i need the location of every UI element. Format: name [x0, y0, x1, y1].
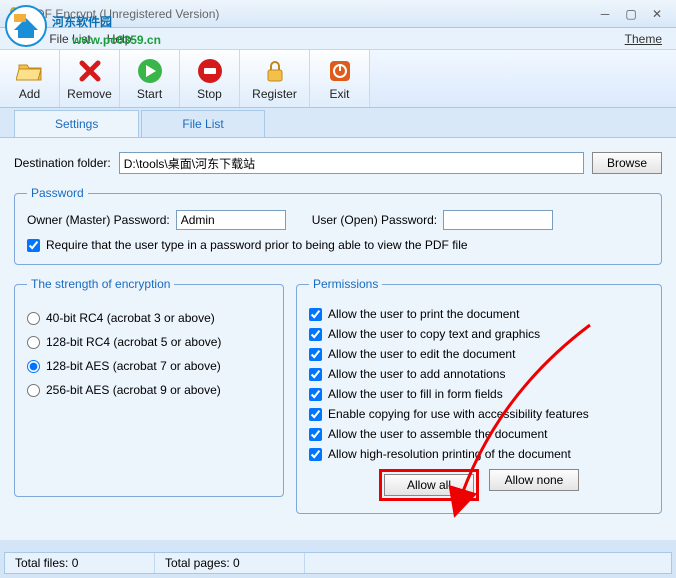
user-password-label: User (Open) Password: — [312, 213, 437, 227]
minimize-button[interactable]: ─ — [592, 5, 618, 23]
enc-256bit-radio[interactable] — [27, 384, 40, 397]
encryption-group: The strength of encryption 40-bit RC4 (a… — [14, 277, 284, 497]
perm-assemble-checkbox[interactable] — [309, 428, 322, 441]
allow-none-button[interactable]: Allow none — [489, 469, 579, 491]
tab-settings[interactable]: Settings — [14, 110, 139, 137]
perm-copy-checkbox[interactable] — [309, 328, 322, 341]
perm-formfill-checkbox[interactable] — [309, 388, 322, 401]
permissions-legend: Permissions — [309, 277, 382, 291]
statusbar: Total files: 0 Total pages: 0 — [4, 552, 672, 574]
perm-print-checkbox[interactable] — [309, 308, 322, 321]
enc-40bit-radio[interactable] — [27, 312, 40, 325]
require-password-checkbox[interactable] — [27, 239, 40, 252]
require-password-label: Require that the user type in a password… — [46, 238, 468, 252]
destination-input[interactable] — [119, 152, 584, 174]
titlebar: PDF Encrypt (Unregistered Version) ─ ▢ ✕ — [0, 0, 676, 28]
browse-button[interactable]: Browse — [592, 152, 662, 174]
status-total-files: Total files: 0 — [5, 553, 155, 573]
perm-highres-checkbox[interactable] — [309, 448, 322, 461]
owner-password-label: Owner (Master) Password: — [27, 213, 170, 227]
toolbar: Add Remove Start Stop Register Exit — [0, 50, 676, 108]
toolbar-exit[interactable]: Exit — [310, 50, 370, 107]
menubar: File File List Help Theme — [0, 28, 676, 50]
menu-file[interactable]: File — [6, 30, 41, 48]
allow-all-button[interactable]: Allow all — [384, 474, 474, 496]
close-button[interactable]: ✕ — [644, 5, 670, 23]
enc-128rc4-radio[interactable] — [27, 336, 40, 349]
maximize-button[interactable]: ▢ — [618, 5, 644, 23]
tab-filelist[interactable]: File List — [141, 110, 264, 137]
x-red-icon — [76, 57, 104, 85]
allow-all-highlight: Allow all — [379, 469, 479, 501]
owner-password-input[interactable] — [176, 210, 286, 230]
encryption-legend: The strength of encryption — [27, 277, 174, 291]
window-title: PDF Encrypt (Unregistered Version) — [28, 7, 592, 21]
settings-panel: Destination folder: Browse Password Owne… — [0, 138, 676, 540]
stop-red-icon — [196, 57, 224, 85]
destination-label: Destination folder: — [14, 156, 111, 170]
password-legend: Password — [27, 186, 88, 200]
menu-filelist[interactable]: File List — [41, 30, 98, 48]
user-password-input[interactable] — [443, 210, 553, 230]
power-icon — [326, 57, 354, 85]
folder-open-icon — [16, 57, 44, 85]
toolbar-add[interactable]: Add — [0, 50, 60, 107]
perm-annotate-checkbox[interactable] — [309, 368, 322, 381]
enc-128aes-radio[interactable] — [27, 360, 40, 373]
toolbar-remove[interactable]: Remove — [60, 50, 120, 107]
perm-edit-checkbox[interactable] — [309, 348, 322, 361]
menu-theme[interactable]: Theme — [617, 30, 670, 48]
app-icon — [6, 6, 22, 22]
menu-help[interactable]: Help — [99, 30, 140, 48]
play-green-icon — [136, 57, 164, 85]
lock-gold-icon — [261, 57, 289, 85]
password-group: Password Owner (Master) Password: User (… — [14, 186, 662, 265]
perm-accessibility-checkbox[interactable] — [309, 408, 322, 421]
tab-bar: Settings File List — [0, 108, 676, 138]
toolbar-stop[interactable]: Stop — [180, 50, 240, 107]
toolbar-register[interactable]: Register — [240, 50, 310, 107]
status-total-pages: Total pages: 0 — [155, 553, 305, 573]
toolbar-start[interactable]: Start — [120, 50, 180, 107]
permissions-group: Permissions Allow the user to print the … — [296, 277, 662, 514]
